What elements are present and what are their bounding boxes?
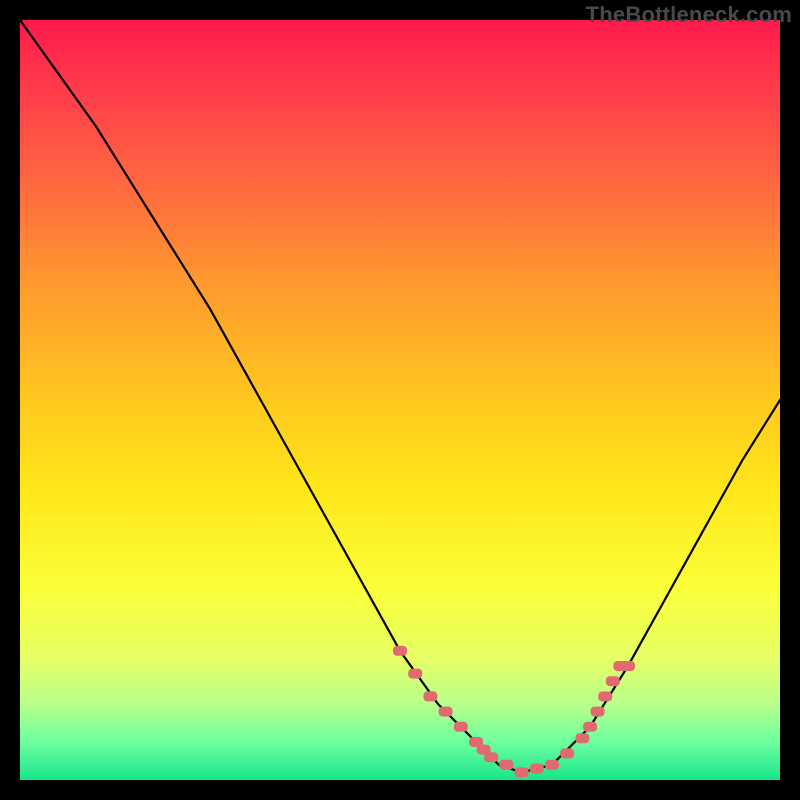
curve-marker	[393, 646, 407, 656]
chart-plot-area	[20, 20, 780, 780]
curve-marker	[515, 767, 529, 777]
curve-marker	[575, 733, 589, 743]
curve-marker	[530, 764, 544, 774]
curve-marker	[583, 722, 597, 732]
curve-marker	[591, 707, 605, 717]
curve-marker	[423, 691, 437, 701]
marker-group	[393, 646, 635, 778]
curve-marker	[545, 760, 559, 770]
curve-marker	[621, 661, 635, 671]
curve-marker	[598, 691, 612, 701]
curve-marker	[408, 669, 422, 679]
curve-marker	[454, 722, 468, 732]
curve-marker	[606, 676, 620, 686]
curve-marker	[499, 760, 513, 770]
curve-marker	[560, 748, 574, 758]
bottleneck-curve	[20, 20, 780, 772]
curve-marker	[439, 707, 453, 717]
curve-marker	[484, 752, 498, 762]
chart-svg	[20, 20, 780, 780]
watermark-label: TheBottleneck.com	[586, 2, 792, 28]
